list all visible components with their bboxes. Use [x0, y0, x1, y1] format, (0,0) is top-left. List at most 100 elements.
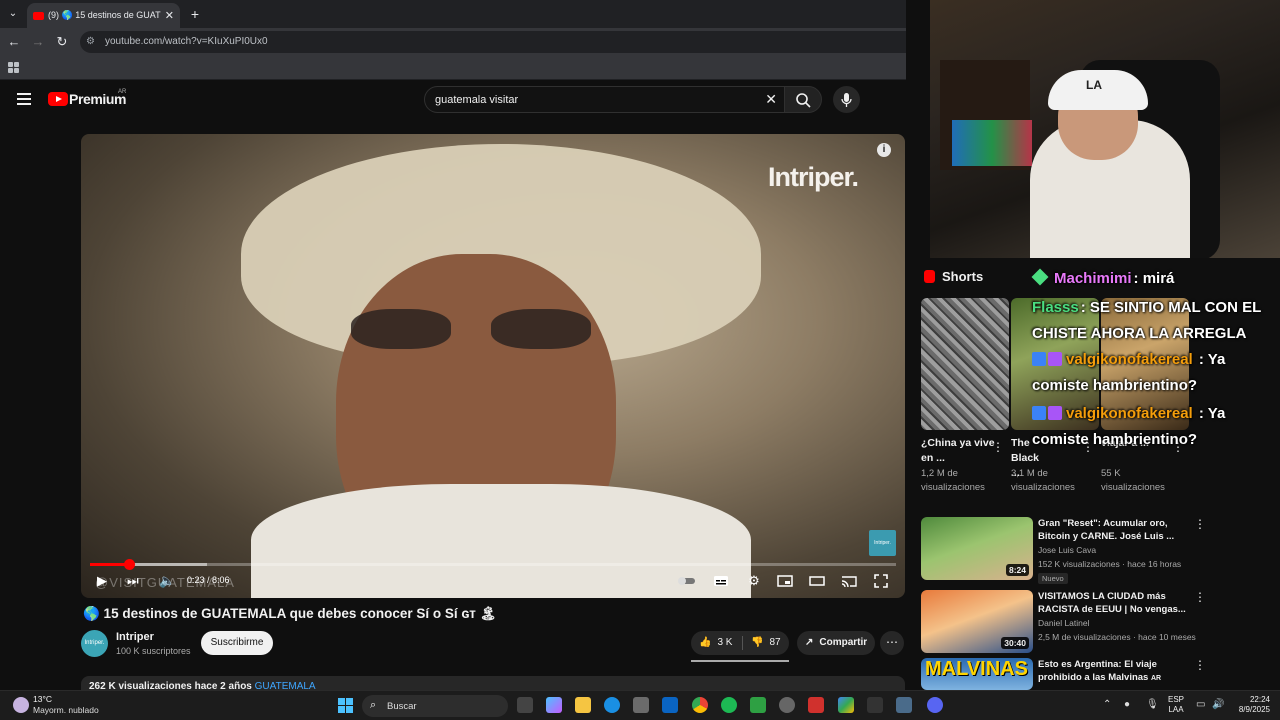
subscribe-button[interactable]: Suscribirme: [201, 631, 273, 655]
short-title[interactable]: ¿China ya vive en ...: [921, 436, 995, 466]
stats-app-icon[interactable]: [750, 697, 766, 713]
address-bar[interactable]: ⚙ youtube.com/watch?v=KIuXuPI0Ux0: [80, 31, 926, 53]
weather-description[interactable]: Mayorm. nublado: [33, 705, 99, 715]
more-actions-icon[interactable]: ⋯: [880, 631, 904, 655]
forward-icon[interactable]: →: [30, 34, 46, 50]
new-tab-button[interactable]: +: [188, 5, 202, 23]
chat-message: Flasss: SE SINTIO MAL CON EL CHISTE AHOR…: [1032, 299, 1262, 342]
share-icon: ↗: [805, 637, 814, 648]
played-bar: [90, 563, 129, 566]
dislike-button[interactable]: 👎 87: [751, 631, 781, 655]
site-info-icon[interactable]: ⚙: [86, 36, 98, 48]
start-windows-icon[interactable]: [338, 698, 353, 713]
system-clock[interactable]: 22:24 8/9/2025: [1228, 695, 1270, 715]
outlook-icon[interactable]: [662, 697, 678, 713]
bookmarks-bar: [0, 56, 930, 80]
chrome-icon[interactable]: [692, 697, 708, 713]
file-explorer-icon[interactable]: [575, 697, 591, 713]
short-menu-icon[interactable]: ⋮: [992, 440, 1004, 454]
like-button[interactable]: 👍 3 K: [699, 631, 732, 655]
tab-search-dropdown-icon[interactable]: ⌄: [4, 5, 22, 23]
fullscreen-icon[interactable]: [873, 573, 889, 589]
description-hashtag[interactable]: GUATEMALA: [255, 681, 316, 690]
streaming-app-icon[interactable]: [808, 697, 824, 713]
share-button[interactable]: ↗ Compartir: [797, 631, 875, 655]
recommendation-channel[interactable]: Daniel Latinel: [1038, 618, 1090, 628]
network-icon[interactable]: ▭: [1196, 699, 1205, 710]
description-box[interactable]: 262 K visualizaciones hace 2 años GUATEM…: [81, 676, 905, 690]
volume-icon[interactable]: 🔈: [159, 573, 175, 589]
channel-avatar[interactable]: Intriper.: [81, 630, 108, 657]
hamburger-menu-icon[interactable]: [17, 93, 31, 105]
recommendation-thumbnail[interactable]: 8:24: [921, 517, 1033, 580]
shorts-heading: Shorts: [942, 269, 984, 284]
show-hidden-icons-icon[interactable]: ⌃: [1103, 699, 1111, 710]
youtube-logo-icon[interactable]: [48, 92, 68, 106]
recommendation-item[interactable]: MALVINAS Esto es Argentina: El viaje pro…: [921, 658, 1261, 690]
back-icon[interactable]: ←: [6, 34, 22, 50]
clear-search-icon[interactable]: ✕: [765, 91, 777, 108]
tray-app-icon[interactable]: ●: [1124, 699, 1130, 710]
language-indicator[interactable]: ESP LAA: [1168, 695, 1184, 715]
channel-watermark[interactable]: Intriper.: [869, 530, 896, 556]
search-button[interactable]: [784, 86, 822, 113]
task-view-icon[interactable]: [517, 697, 533, 713]
app-icon[interactable]: [867, 697, 883, 713]
subtitles-icon[interactable]: [713, 573, 729, 589]
verified-badge-icon: [1048, 406, 1062, 420]
gem-badge-icon: [1031, 268, 1049, 286]
channel-name[interactable]: Intriper: [116, 631, 154, 643]
spotify-icon[interactable]: [721, 697, 737, 713]
thumbnail-text: MALVINAS: [925, 658, 1028, 680]
recommendation-title[interactable]: VISITAMOS LA CIUDAD más RACISTA de EEUU …: [1038, 590, 1198, 616]
copilot-icon[interactable]: [546, 697, 562, 713]
tab-close-icon[interactable]: ✕: [165, 9, 174, 22]
edge-icon[interactable]: [604, 697, 620, 713]
scrubber-handle[interactable]: [123, 559, 135, 570]
weather-temperature[interactable]: 13°C: [33, 694, 52, 704]
info-icon[interactable]: i: [877, 143, 891, 157]
recommendation-menu-icon[interactable]: ⋮: [1194, 658, 1206, 672]
chat-message: valgikonofakereal : Ya comiste hambrient…: [1032, 351, 1226, 394]
drive-icon[interactable]: [838, 697, 854, 713]
apps-grid-icon[interactable]: [8, 62, 19, 73]
voice-search-button[interactable]: [833, 86, 860, 113]
play-icon[interactable]: ▶: [97, 573, 107, 589]
recommendation-thumbnail[interactable]: 30:40: [921, 590, 1033, 653]
recommendation-menu-icon[interactable]: ⋮: [1194, 590, 1206, 604]
next-icon[interactable]: ⏭: [127, 573, 139, 589]
search-input[interactable]: guatemala visitar ✕: [424, 86, 786, 113]
taskbar-search[interactable]: ⌕ Buscar: [362, 695, 508, 717]
video-brand-watermark: Intriper.: [768, 162, 859, 192]
progress-bar[interactable]: [90, 559, 896, 570]
recommendation-item[interactable]: 30:40 VISITAMOS LA CIUDAD más RACISTA de…: [921, 590, 1261, 654]
recommendation-channel[interactable]: Jose Luis Cava: [1038, 545, 1096, 555]
settings-gear-icon[interactable]: ⚙: [745, 573, 763, 589]
store-icon[interactable]: [633, 697, 649, 713]
reload-icon[interactable]: ↻: [54, 34, 70, 50]
discord-icon[interactable]: [927, 697, 943, 713]
short-thumbnail[interactable]: [921, 298, 1009, 430]
like-dislike-group: 👍 3 K 👎 87: [691, 631, 789, 655]
speaker-icon[interactable]: 🔊: [1212, 699, 1224, 710]
recommendation-title[interactable]: Esto es Argentina: El viaje prohibido a …: [1038, 658, 1198, 685]
microphone-tray-icon[interactable]: 🎙: [1146, 699, 1159, 710]
miniplayer-icon[interactable]: [777, 573, 793, 589]
weather-cloud-icon[interactable]: [13, 697, 29, 713]
browser-toolbar: ← → ↻ ⚙ youtube.com/watch?v=KIuXuPI0Ux0: [0, 28, 930, 56]
obs-icon[interactable]: [779, 697, 795, 713]
recommendation-title[interactable]: Gran "Reset": Acumular oro, Bitcoin y CA…: [1038, 517, 1198, 543]
recommendation-thumbnail[interactable]: MALVINAS: [921, 658, 1033, 690]
short-views: 55 K visualizaciones: [1101, 468, 1165, 493]
autoplay-toggle-icon[interactable]: [677, 573, 697, 589]
app-icon[interactable]: [896, 697, 912, 713]
thumbs-down-icon: 👎: [751, 637, 764, 648]
recommendation-item[interactable]: 8:24 Gran "Reset": Acumular oro, Bitcoin…: [921, 517, 1261, 584]
video-title: 🌎 15 destinos de GUATEMALA que debes con…: [83, 606, 497, 621]
cast-icon[interactable]: [841, 573, 857, 589]
browser-tab-active[interactable]: (9) 🌎 15 destinos de GUATEMALA ✕: [27, 3, 180, 28]
recommendation-menu-icon[interactable]: ⋮: [1194, 517, 1206, 531]
video-player[interactable]: Intriper. i Intriper. @VISITGUATEMALA ▶ …: [81, 134, 905, 598]
theater-mode-icon[interactable]: [809, 573, 825, 589]
short-views: 3,1 M de visualizaciones: [1011, 468, 1075, 493]
